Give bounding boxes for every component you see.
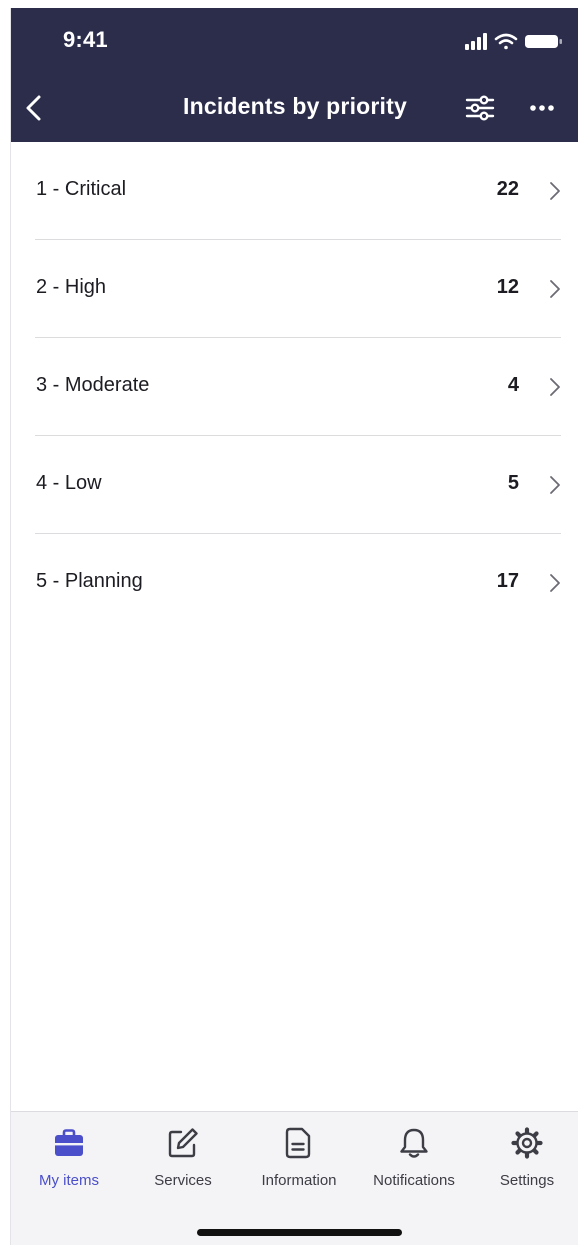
bell-icon	[400, 1128, 428, 1158]
tab-label: My items	[39, 1172, 99, 1189]
battery-icon	[525, 35, 562, 48]
sliders-icon	[465, 95, 495, 121]
priority-count: 17	[496, 570, 519, 592]
tab-my-items[interactable]: My items	[21, 1112, 117, 1192]
priority-row-planning[interactable]: 5 - Planning 17	[11, 534, 578, 632]
chevron-right-icon	[550, 476, 560, 494]
more-options-button[interactable]	[525, 93, 559, 123]
tab-bar: My items Services Information Notificati…	[11, 1111, 578, 1245]
status-time: 9:41	[63, 27, 108, 52]
home-indicator	[197, 1229, 402, 1236]
priority-label: 1 - Critical	[36, 178, 127, 200]
header: 9:41 Incidents by priority	[11, 8, 578, 142]
priority-label: 4 - Low	[36, 472, 102, 494]
wifi-icon	[494, 33, 518, 50]
priority-count: 12	[496, 276, 519, 298]
tab-information[interactable]: Information	[249, 1112, 349, 1192]
tab-settings[interactable]: Settings	[485, 1112, 569, 1192]
briefcase-icon	[55, 1129, 83, 1156]
tab-label: Settings	[499, 1172, 555, 1189]
priority-label: 2 - High	[36, 276, 107, 298]
chevron-right-icon	[550, 574, 560, 592]
tab-notifications[interactable]: Notifications	[359, 1112, 469, 1192]
edit-icon	[168, 1128, 198, 1158]
chevron-right-icon	[550, 182, 560, 200]
ellipsis-icon	[530, 105, 554, 111]
priority-count: 22	[496, 178, 519, 200]
priority-count: 5	[507, 472, 519, 494]
priority-count: 4	[507, 374, 519, 396]
chevron-right-icon	[550, 280, 560, 298]
priority-row-high[interactable]: 2 - High 12	[11, 240, 578, 338]
tab-services[interactable]: Services	[137, 1112, 229, 1192]
priority-row-moderate[interactable]: 3 - Moderate 4	[11, 338, 578, 436]
priority-label: 5 - Planning	[36, 570, 143, 592]
tab-label: Information	[261, 1172, 337, 1189]
gear-icon	[511, 1127, 543, 1159]
priority-row-critical[interactable]: 1 - Critical 22	[11, 142, 578, 240]
app-screen: 9:41 Incidents by priority 1 - Critical …	[10, 8, 578, 1245]
status-icons	[465, 33, 562, 50]
priority-label: 3 - Moderate	[36, 374, 150, 396]
cellular-signal-icon	[465, 33, 487, 50]
priority-list: 1 - Critical 22 2 - High 12 3 - Moderate…	[11, 142, 578, 632]
tab-label: Services	[154, 1172, 212, 1189]
tab-label: Notifications	[373, 1172, 455, 1189]
document-icon	[285, 1127, 311, 1159]
priority-row-low[interactable]: 4 - Low 5	[11, 436, 578, 534]
chevron-right-icon	[550, 378, 560, 396]
filter-button[interactable]	[463, 93, 497, 123]
